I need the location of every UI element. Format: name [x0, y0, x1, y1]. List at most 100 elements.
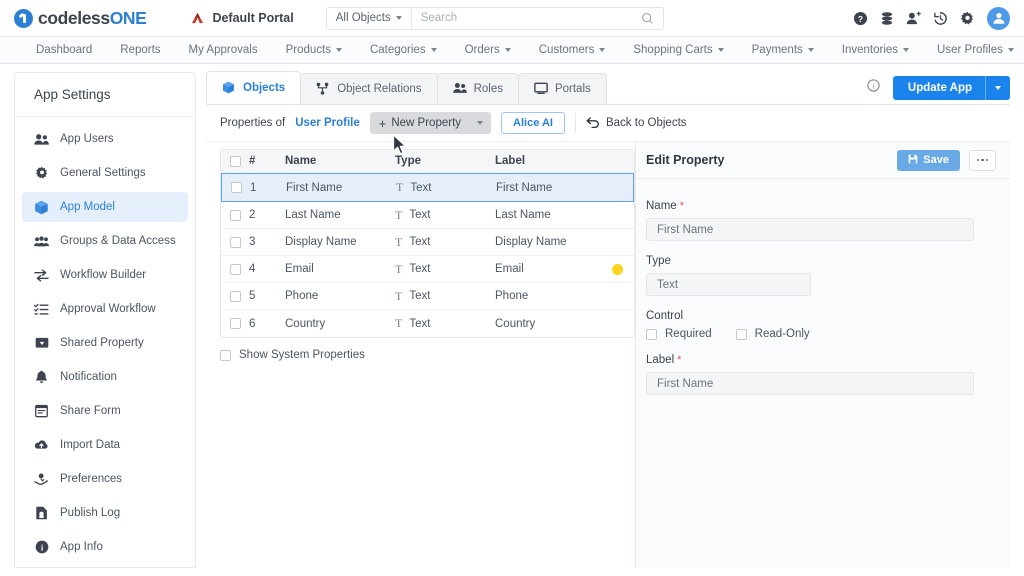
- sidebar-item-label: Groups & Data Access: [60, 235, 176, 247]
- row-checkbox[interactable]: [229, 263, 241, 275]
- table-row[interactable]: 2 Last Name T Text Last Name: [221, 202, 634, 229]
- sidebar-item-app-users[interactable]: App Users: [22, 124, 188, 154]
- show-system-properties-checkbox[interactable]: [220, 349, 231, 361]
- database-icon[interactable]: [880, 11, 894, 26]
- tab-label: Object Relations: [337, 83, 422, 95]
- nav-item-products[interactable]: Products: [272, 37, 356, 63]
- row-label: Country: [495, 317, 536, 330]
- tab-object-relations[interactable]: Object Relations: [300, 73, 438, 104]
- properties-of-label: Properties of: [220, 117, 286, 129]
- name-input[interactable]: First Name: [646, 218, 974, 241]
- object-filter-dropdown[interactable]: All Objects: [327, 7, 412, 29]
- more-options-button[interactable]: [969, 149, 996, 171]
- row-name: Country: [285, 317, 326, 330]
- sidebar-item-publish-log[interactable]: Publish Log: [22, 498, 188, 528]
- alice-ai-button[interactable]: Alice AI: [501, 112, 565, 134]
- row-checkbox[interactable]: [230, 182, 242, 193]
- new-property-dropdown-toggle[interactable]: [469, 121, 491, 125]
- tab-roles[interactable]: Roles: [436, 73, 519, 104]
- required-checkbox-group[interactable]: Required: [646, 328, 712, 340]
- help-icon[interactable]: ?: [853, 11, 868, 26]
- column-header-number: #: [249, 155, 256, 167]
- row-name: Display Name: [285, 236, 357, 248]
- cloud-upload-icon: [34, 438, 49, 453]
- sidebar-item-general-settings[interactable]: General Settings: [22, 158, 188, 188]
- app-logo[interactable]: codelessONE: [14, 8, 147, 29]
- sidebar-item-app-model[interactable]: App Model: [22, 192, 188, 222]
- nav-item-my-approvals[interactable]: My Approvals: [175, 37, 272, 63]
- required-checkbox[interactable]: [646, 328, 657, 340]
- sidebar-item-notification[interactable]: Notification: [22, 362, 188, 392]
- update-app-label: Update App: [907, 82, 972, 94]
- tab-portals[interactable]: Portals: [517, 73, 607, 104]
- table-row[interactable]: 6 Country T Text Country: [221, 310, 634, 337]
- nav-item-customers[interactable]: Customers: [525, 37, 620, 63]
- sidebar-item-app-info[interactable]: i App Info: [22, 532, 188, 562]
- object-name-link[interactable]: User Profile: [295, 117, 360, 129]
- chevron-down-icon: [395, 16, 402, 20]
- nav-item-categories[interactable]: Categories: [356, 37, 451, 63]
- page-body: App Settings App Users General Settings: [0, 64, 1024, 576]
- select-all-checkbox[interactable]: [229, 155, 241, 167]
- sidebar-item-shared-property[interactable]: Shared Property: [22, 328, 188, 358]
- sidebar-item-import-data[interactable]: Import Data: [22, 430, 188, 460]
- nav-item-shopping-carts[interactable]: Shopping Carts: [619, 37, 737, 63]
- info-icon[interactable]: i: [867, 79, 880, 97]
- sidebar-item-preferences[interactable]: Preferences: [22, 464, 188, 494]
- label-input[interactable]: First Name: [646, 372, 974, 395]
- label-input-value: First Name: [657, 377, 714, 390]
- nav-item-reports[interactable]: Reports: [106, 37, 174, 63]
- chevron-down-icon: [335, 48, 342, 52]
- label-field-label: Label: [646, 354, 675, 366]
- portal-icon: [534, 82, 548, 96]
- row-checkbox[interactable]: [229, 290, 241, 302]
- row-name: Email: [285, 263, 314, 275]
- portal-selector[interactable]: Default Portal: [190, 11, 294, 25]
- back-to-objects-button[interactable]: Back to Objects: [586, 116, 687, 131]
- avatar[interactable]: [987, 6, 1010, 30]
- gear-icon: [34, 166, 49, 181]
- sidebar-item-approval-workflow[interactable]: Approval Workflow: [22, 294, 188, 324]
- table-row[interactable]: 5 Phone T Text Phone: [221, 283, 634, 310]
- sidebar-item-label: Share Form: [60, 405, 121, 417]
- table-row[interactable]: 1 First Name T Text First Name: [221, 173, 634, 202]
- readonly-checkbox-group[interactable]: Read-Only: [735, 328, 810, 340]
- nav-item-payments[interactable]: Payments: [738, 37, 828, 63]
- status-dot: [611, 263, 623, 275]
- settings-icon[interactable]: [960, 11, 975, 26]
- readonly-label: Read-Only: [754, 328, 810, 340]
- back-to-objects-label: Back to Objects: [605, 117, 687, 129]
- new-property-button[interactable]: + New Property: [369, 112, 492, 134]
- search-input[interactable]: [411, 12, 641, 24]
- logo-mark-icon: [14, 8, 33, 28]
- update-app-button[interactable]: Update App: [892, 76, 1010, 100]
- table-row[interactable]: 4 Email T Text Email: [221, 256, 634, 283]
- text-type-icon: T: [396, 180, 404, 194]
- nav-item-orders[interactable]: Orders: [451, 37, 525, 63]
- sidebar-item-workflow-builder[interactable]: Workflow Builder: [22, 260, 188, 290]
- nav-item-user-profiles[interactable]: User Profiles: [923, 37, 1024, 63]
- nav-item-inventories[interactable]: Inventories: [828, 37, 923, 63]
- sidebar-item-share-form[interactable]: Share Form: [22, 396, 188, 426]
- row-checkbox[interactable]: [229, 318, 241, 329]
- show-system-properties-toggle[interactable]: Show System Properties: [220, 349, 635, 361]
- row-checkbox[interactable]: [229, 236, 241, 248]
- history-icon[interactable]: [933, 11, 948, 26]
- type-input[interactable]: Text: [646, 273, 811, 296]
- header-icon-group: ?: [853, 6, 1010, 30]
- table-row[interactable]: 3 Display Name T Text Display Name: [221, 229, 634, 256]
- row-type: Text: [409, 209, 431, 221]
- portal-logo-icon: [192, 12, 204, 23]
- tab-objects[interactable]: Objects: [206, 71, 302, 104]
- search-icon[interactable]: [641, 12, 663, 25]
- update-app-dropdown-toggle[interactable]: [985, 76, 1010, 100]
- sidebar-item-groups-data-access[interactable]: Groups & Data Access: [22, 226, 188, 256]
- add-user-icon[interactable]: [906, 11, 921, 26]
- text-type-icon: T: [395, 288, 403, 303]
- row-checkbox[interactable]: [229, 209, 241, 221]
- nav-item-dashboard[interactable]: Dashboard: [22, 37, 106, 63]
- readonly-checkbox[interactable]: [735, 328, 747, 340]
- save-button[interactable]: Save: [897, 149, 960, 171]
- chevron-down-icon: [807, 48, 814, 52]
- roles-icon: [452, 82, 467, 96]
